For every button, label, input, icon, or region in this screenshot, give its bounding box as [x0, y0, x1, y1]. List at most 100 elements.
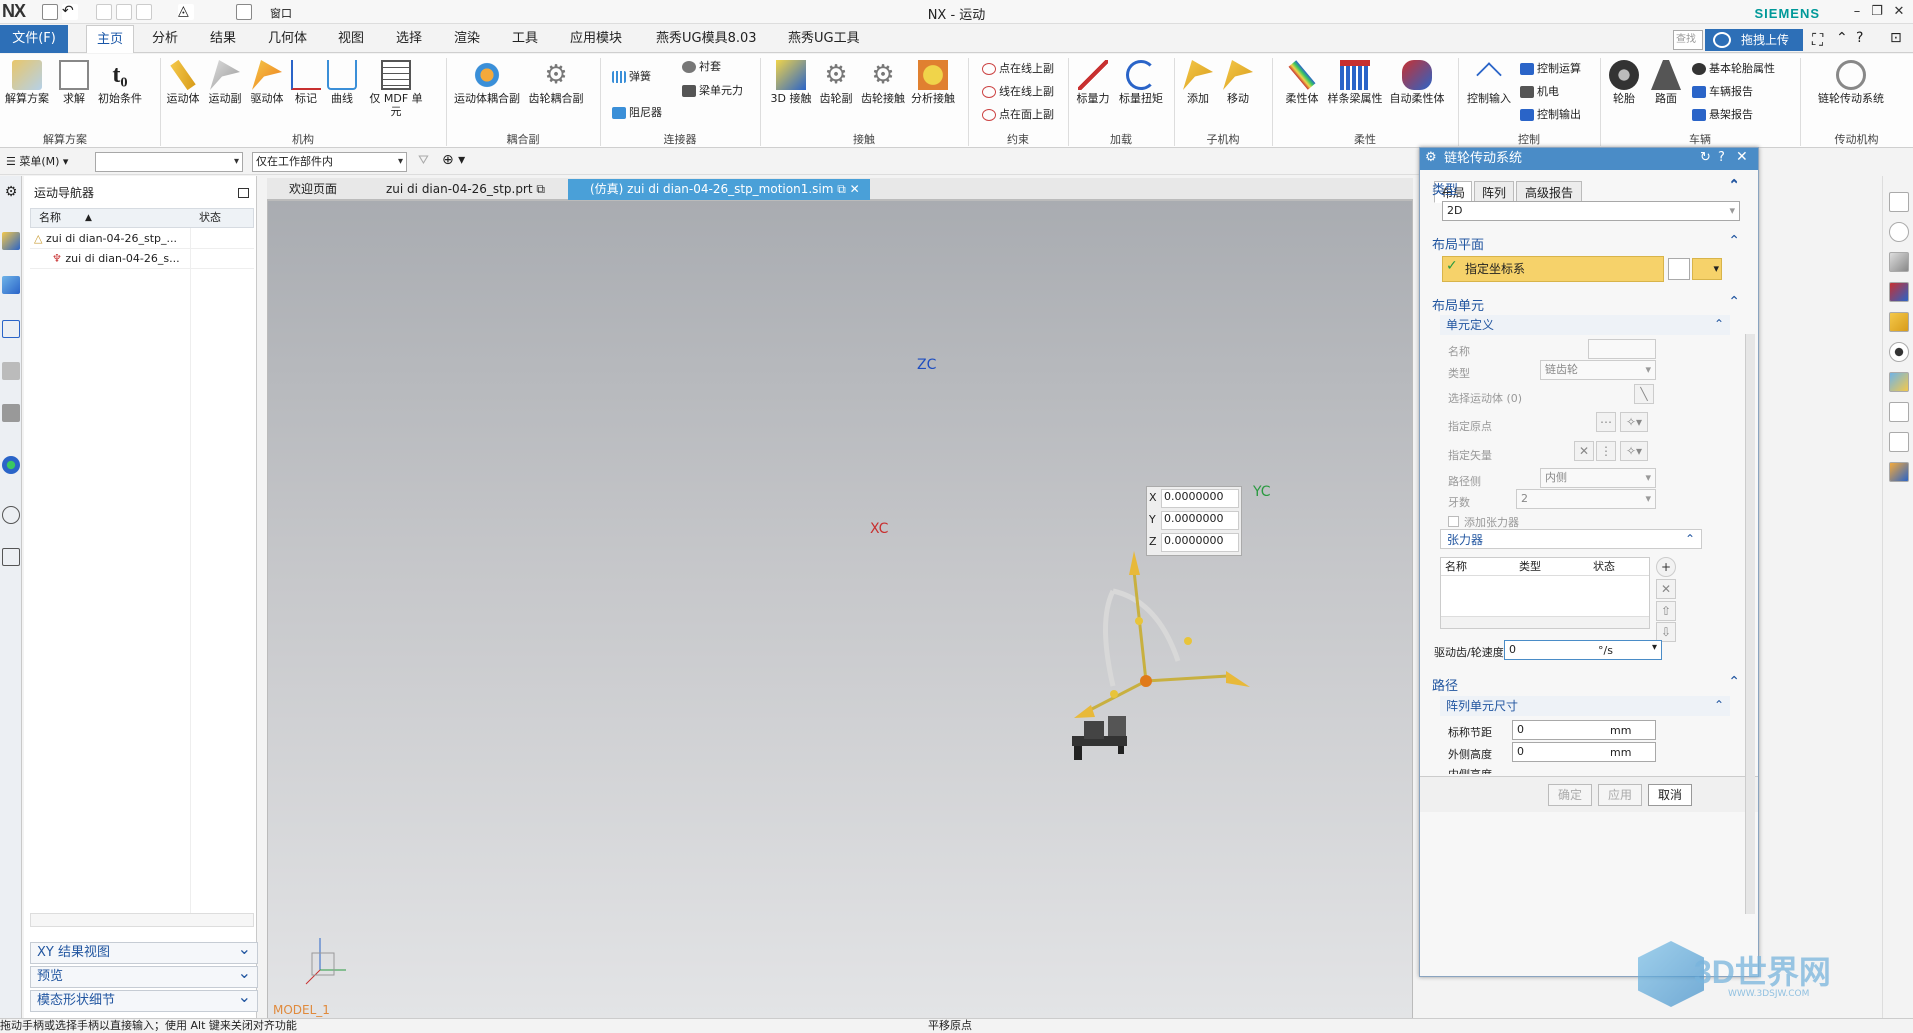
csys-type-dropdown[interactable]: ▾: [1692, 258, 1722, 280]
sim-navigator-icon[interactable]: [2, 276, 20, 294]
unit-list[interactable]: 名称 类型 状态: [1440, 557, 1650, 629]
minimize-button[interactable]: –: [1846, 2, 1868, 22]
panel-mode-shape[interactable]: 模态形状细节: [30, 987, 258, 1012]
yc-arrow[interactable]: [1226, 671, 1250, 687]
gear-pair-button[interactable]: ⚙ 齿轮副: [816, 60, 856, 105]
menu-button[interactable]: ☰ 菜单(M) ▾: [6, 153, 68, 169]
move-submechanism-button[interactable]: 移动: [1220, 60, 1256, 105]
point-dialog-icon[interactable]: ⋯: [1596, 412, 1616, 432]
scalar-force-button[interactable]: 标量力: [1074, 60, 1112, 105]
type-dropdown[interactable]: 2D: [1442, 201, 1740, 221]
subsection-unit-definition[interactable]: 单元定义: [1440, 314, 1730, 335]
xc-arrow[interactable]: [1074, 705, 1095, 718]
dialog-close-icon[interactable]: ✕: [1736, 149, 1748, 165]
col-status[interactable]: 状态: [199, 209, 221, 227]
tab-geometry[interactable]: 几何体: [258, 25, 317, 53]
tab-home[interactable]: 主页: [86, 25, 135, 53]
section-layout-unit[interactable]: 布局单元: [1432, 294, 1740, 314]
curve-button[interactable]: 曲线: [326, 60, 358, 105]
snap-point-icon[interactable]: ⊕ ▾: [442, 152, 465, 168]
outer-height-input[interactable]: 0: [1512, 742, 1656, 762]
hide-icon[interactable]: [1889, 432, 1909, 452]
web-browser-icon[interactable]: [2, 456, 20, 474]
reset-icon[interactable]: ↻: [1700, 150, 1711, 165]
history-icon[interactable]: [2, 506, 20, 524]
mdf-element-button[interactable]: 仅 MDF 单元: [364, 60, 428, 118]
solve-button[interactable]: 求解: [56, 60, 92, 105]
road-button[interactable]: 路面: [1646, 60, 1686, 105]
zc-arrow[interactable]: [1129, 551, 1140, 575]
add-submechanism-button[interactable]: 添加: [1180, 60, 1216, 105]
driver-button[interactable]: 驱动体: [248, 60, 286, 105]
curve-on-curve-button[interactable]: 线在线上副: [982, 83, 1054, 99]
marker-button[interactable]: 标记: [290, 60, 322, 105]
fullscreen-icon[interactable]: ⛶: [1812, 30, 1823, 50]
file-menu[interactable]: 文件(F): [0, 25, 68, 53]
suspension-report-button[interactable]: 悬架报告: [1692, 106, 1753, 122]
subsection-array-dims[interactable]: 阵列单元尺寸: [1440, 695, 1730, 716]
collapse-ribbon-icon[interactable]: ⌃: [1836, 30, 1848, 46]
tree-node-motion[interactable]: ♆ zui di dian-04-26_s...: [30, 249, 254, 269]
tab-yanxiu-tools[interactable]: 燕秀UG工具: [778, 25, 870, 53]
vector-type-dropdown[interactable]: ✧▾: [1620, 441, 1648, 461]
tab-results[interactable]: 结果: [200, 25, 246, 53]
control-operation-button[interactable]: 控制运算: [1520, 60, 1581, 76]
dialog-scrollbar[interactable]: [1745, 334, 1755, 914]
point-on-curve-button[interactable]: 点在线上副: [982, 60, 1054, 76]
restore-button[interactable]: ❐: [1866, 2, 1888, 22]
list-hscroll[interactable]: [1441, 616, 1649, 628]
unit-type-dropdown[interactable]: 链齿轮: [1540, 360, 1656, 380]
spline-beam-button[interactable]: 样条梁属性: [1326, 60, 1384, 105]
name-input[interactable]: [1588, 339, 1656, 359]
maximize-navigator-icon[interactable]: [238, 188, 249, 198]
tire-button[interactable]: 轮胎: [1604, 60, 1644, 105]
point-type-dropdown[interactable]: ✧▾: [1620, 412, 1648, 432]
body-quick-icon[interactable]: [1889, 312, 1909, 332]
customize-icon[interactable]: ⊡: [1890, 30, 1902, 46]
tab-analysis[interactable]: 分析: [142, 25, 188, 53]
pitch-unit[interactable]: mm: [1610, 724, 1631, 737]
show-hide-icon[interactable]: [1889, 222, 1909, 242]
pitch-input[interactable]: 0: [1512, 720, 1656, 740]
filter-icon[interactable]: ⛛: [418, 153, 429, 168]
3d-contact-button[interactable]: 3D 接触: [770, 60, 812, 105]
tab-welcome[interactable]: 欢迎页面: [267, 179, 347, 200]
panel-xy-results[interactable]: XY 结果视图: [30, 939, 258, 964]
tab-select[interactable]: 选择: [386, 25, 432, 53]
joint-quick-icon[interactable]: [1889, 252, 1909, 272]
list-col-name[interactable]: 名称: [1445, 558, 1467, 576]
part-navigator-icon[interactable]: [2, 320, 20, 338]
control-input-button[interactable]: 控制输入: [1464, 60, 1514, 105]
motion-navigator-icon[interactable]: [2, 232, 20, 250]
reuse-library-icon[interactable]: [2, 404, 20, 422]
select-body-icon[interactable]: ╲: [1634, 384, 1654, 404]
speed-unit[interactable]: °/s: [1598, 644, 1613, 657]
solution-button[interactable]: 解算方案: [4, 60, 50, 105]
help-icon[interactable]: ?: [1856, 30, 1863, 46]
tab-render[interactable]: 渲染: [444, 25, 490, 53]
flex-quick-icon[interactable]: [1889, 282, 1909, 302]
close-button[interactable]: ✕: [1888, 2, 1910, 22]
tab-tools[interactable]: 工具: [502, 25, 548, 53]
type-filter-dropdown[interactable]: [95, 152, 243, 172]
tab-application[interactable]: 应用模块: [560, 25, 632, 53]
speed-unit-dropdown[interactable]: ▾: [1652, 642, 1657, 653]
vehicle-report-button[interactable]: 车辆报告: [1692, 83, 1753, 99]
tree-node-root[interactable]: △ zui di dian-04-26_stp_...: [30, 229, 254, 249]
reverse-direction-icon[interactable]: ✕: [1574, 441, 1594, 461]
initial-conditions-button[interactable]: t₀ 初始条件: [96, 60, 144, 105]
move-up-icon[interactable]: ⇧: [1656, 601, 1676, 621]
assembly-navigator-icon[interactable]: [2, 362, 20, 380]
tab-sim[interactable]: (仿真) zui di dian-04-26_stp_motion1.sim ⧉…: [568, 179, 870, 200]
remove-icon[interactable]: ✕: [1656, 579, 1676, 599]
analysis-contact-button[interactable]: 分析接触: [910, 60, 956, 105]
fit-icon[interactable]: [1889, 402, 1909, 422]
move-down-icon[interactable]: ⇩: [1656, 622, 1676, 642]
section-type[interactable]: 类型: [1432, 178, 1740, 198]
csys-manipulator[interactable]: [268, 201, 1414, 1020]
selection-scope-dropdown[interactable]: 仅在工作部件内: [252, 152, 407, 172]
add-tensioner-checkbox[interactable]: [1448, 516, 1459, 527]
dialog-settings-icon[interactable]: ⚙: [1425, 150, 1437, 165]
settings-icon[interactable]: ⚙: [2, 184, 20, 202]
list-col-status[interactable]: 状态: [1593, 558, 1615, 576]
